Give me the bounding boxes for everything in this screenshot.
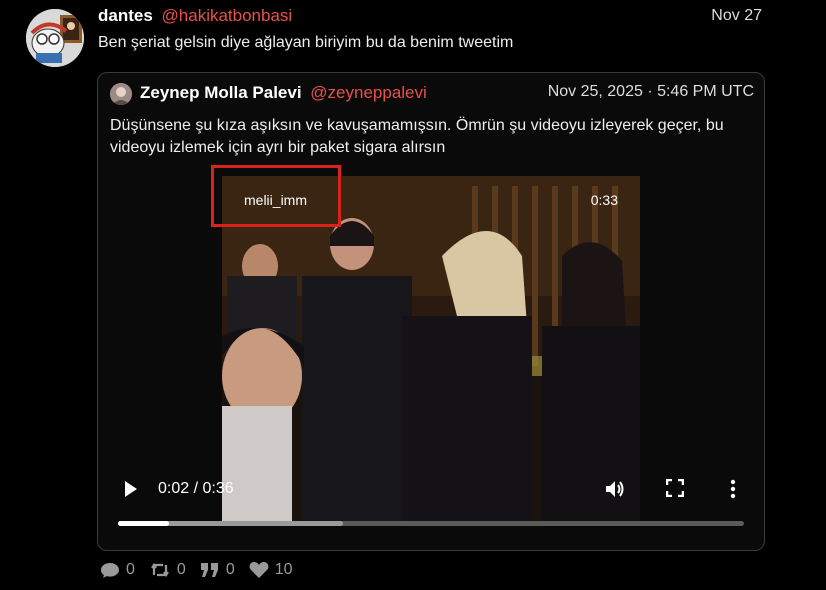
author-handle[interactable]: @hakikatbonbasi xyxy=(162,6,293,25)
quote-button[interactable]: 0 xyxy=(200,561,235,579)
tweet-date[interactable]: Nov 27 xyxy=(711,7,762,25)
author-name[interactable]: dantes xyxy=(98,6,153,25)
more-vertical-icon[interactable] xyxy=(730,479,736,499)
quoted-author-handle[interactable]: @zeyneppalevi xyxy=(310,83,427,102)
heart-icon xyxy=(249,562,269,578)
video-controls: 0:02 / 0:36 xyxy=(110,468,754,538)
quoted-text: Düşünsene şu kıza aşıksın ve kavuşamamış… xyxy=(110,117,724,156)
reply-button[interactable]: 0 xyxy=(100,561,135,579)
played-bar xyxy=(118,521,170,526)
retweet-icon xyxy=(150,563,169,577)
avatar-cartoon-icon xyxy=(26,9,84,67)
avatar[interactable] xyxy=(26,9,84,67)
tweet-actions: 0 0 0 10 xyxy=(100,561,307,579)
video-progress-bar[interactable] xyxy=(118,521,744,526)
fullscreen-icon[interactable] xyxy=(666,479,684,497)
play-icon[interactable] xyxy=(124,480,138,498)
retweet-button[interactable]: 0 xyxy=(149,561,186,579)
quoted-author-name[interactable]: Zeynep Molla Palevi xyxy=(140,83,302,102)
like-button[interactable]: 10 xyxy=(249,561,293,579)
quote-icon xyxy=(200,563,218,577)
video-duration-overlay: 0:33 xyxy=(590,192,618,208)
comment-icon xyxy=(101,563,119,578)
highlight-box xyxy=(211,165,341,227)
quoted-tweet[interactable]: Zeynep Molla Palevi @zeyneppalevi Nov 25… xyxy=(97,72,765,551)
tweet-author[interactable]: dantes @hakikatbonbasi xyxy=(98,6,292,26)
tweet-text: Ben şeriat gelsin diye ağlayan biriyim b… xyxy=(98,34,514,51)
reply-count: 0 xyxy=(126,561,135,578)
retweet-count: 0 xyxy=(176,561,186,578)
volume-icon[interactable] xyxy=(604,478,626,500)
quoted-author[interactable]: Zeynep Molla Palevi @zeyneppalevi xyxy=(140,83,427,103)
quote-count: 0 xyxy=(225,561,235,578)
like-count: 10 xyxy=(274,561,293,578)
quoted-date[interactable]: Nov 25, 2025 · 5:46 PM UTC xyxy=(548,83,754,101)
quoted-avatar-image xyxy=(110,83,132,105)
quoted-avatar[interactable] xyxy=(110,83,132,105)
video-time: 0:02 / 0:36 xyxy=(158,480,234,497)
